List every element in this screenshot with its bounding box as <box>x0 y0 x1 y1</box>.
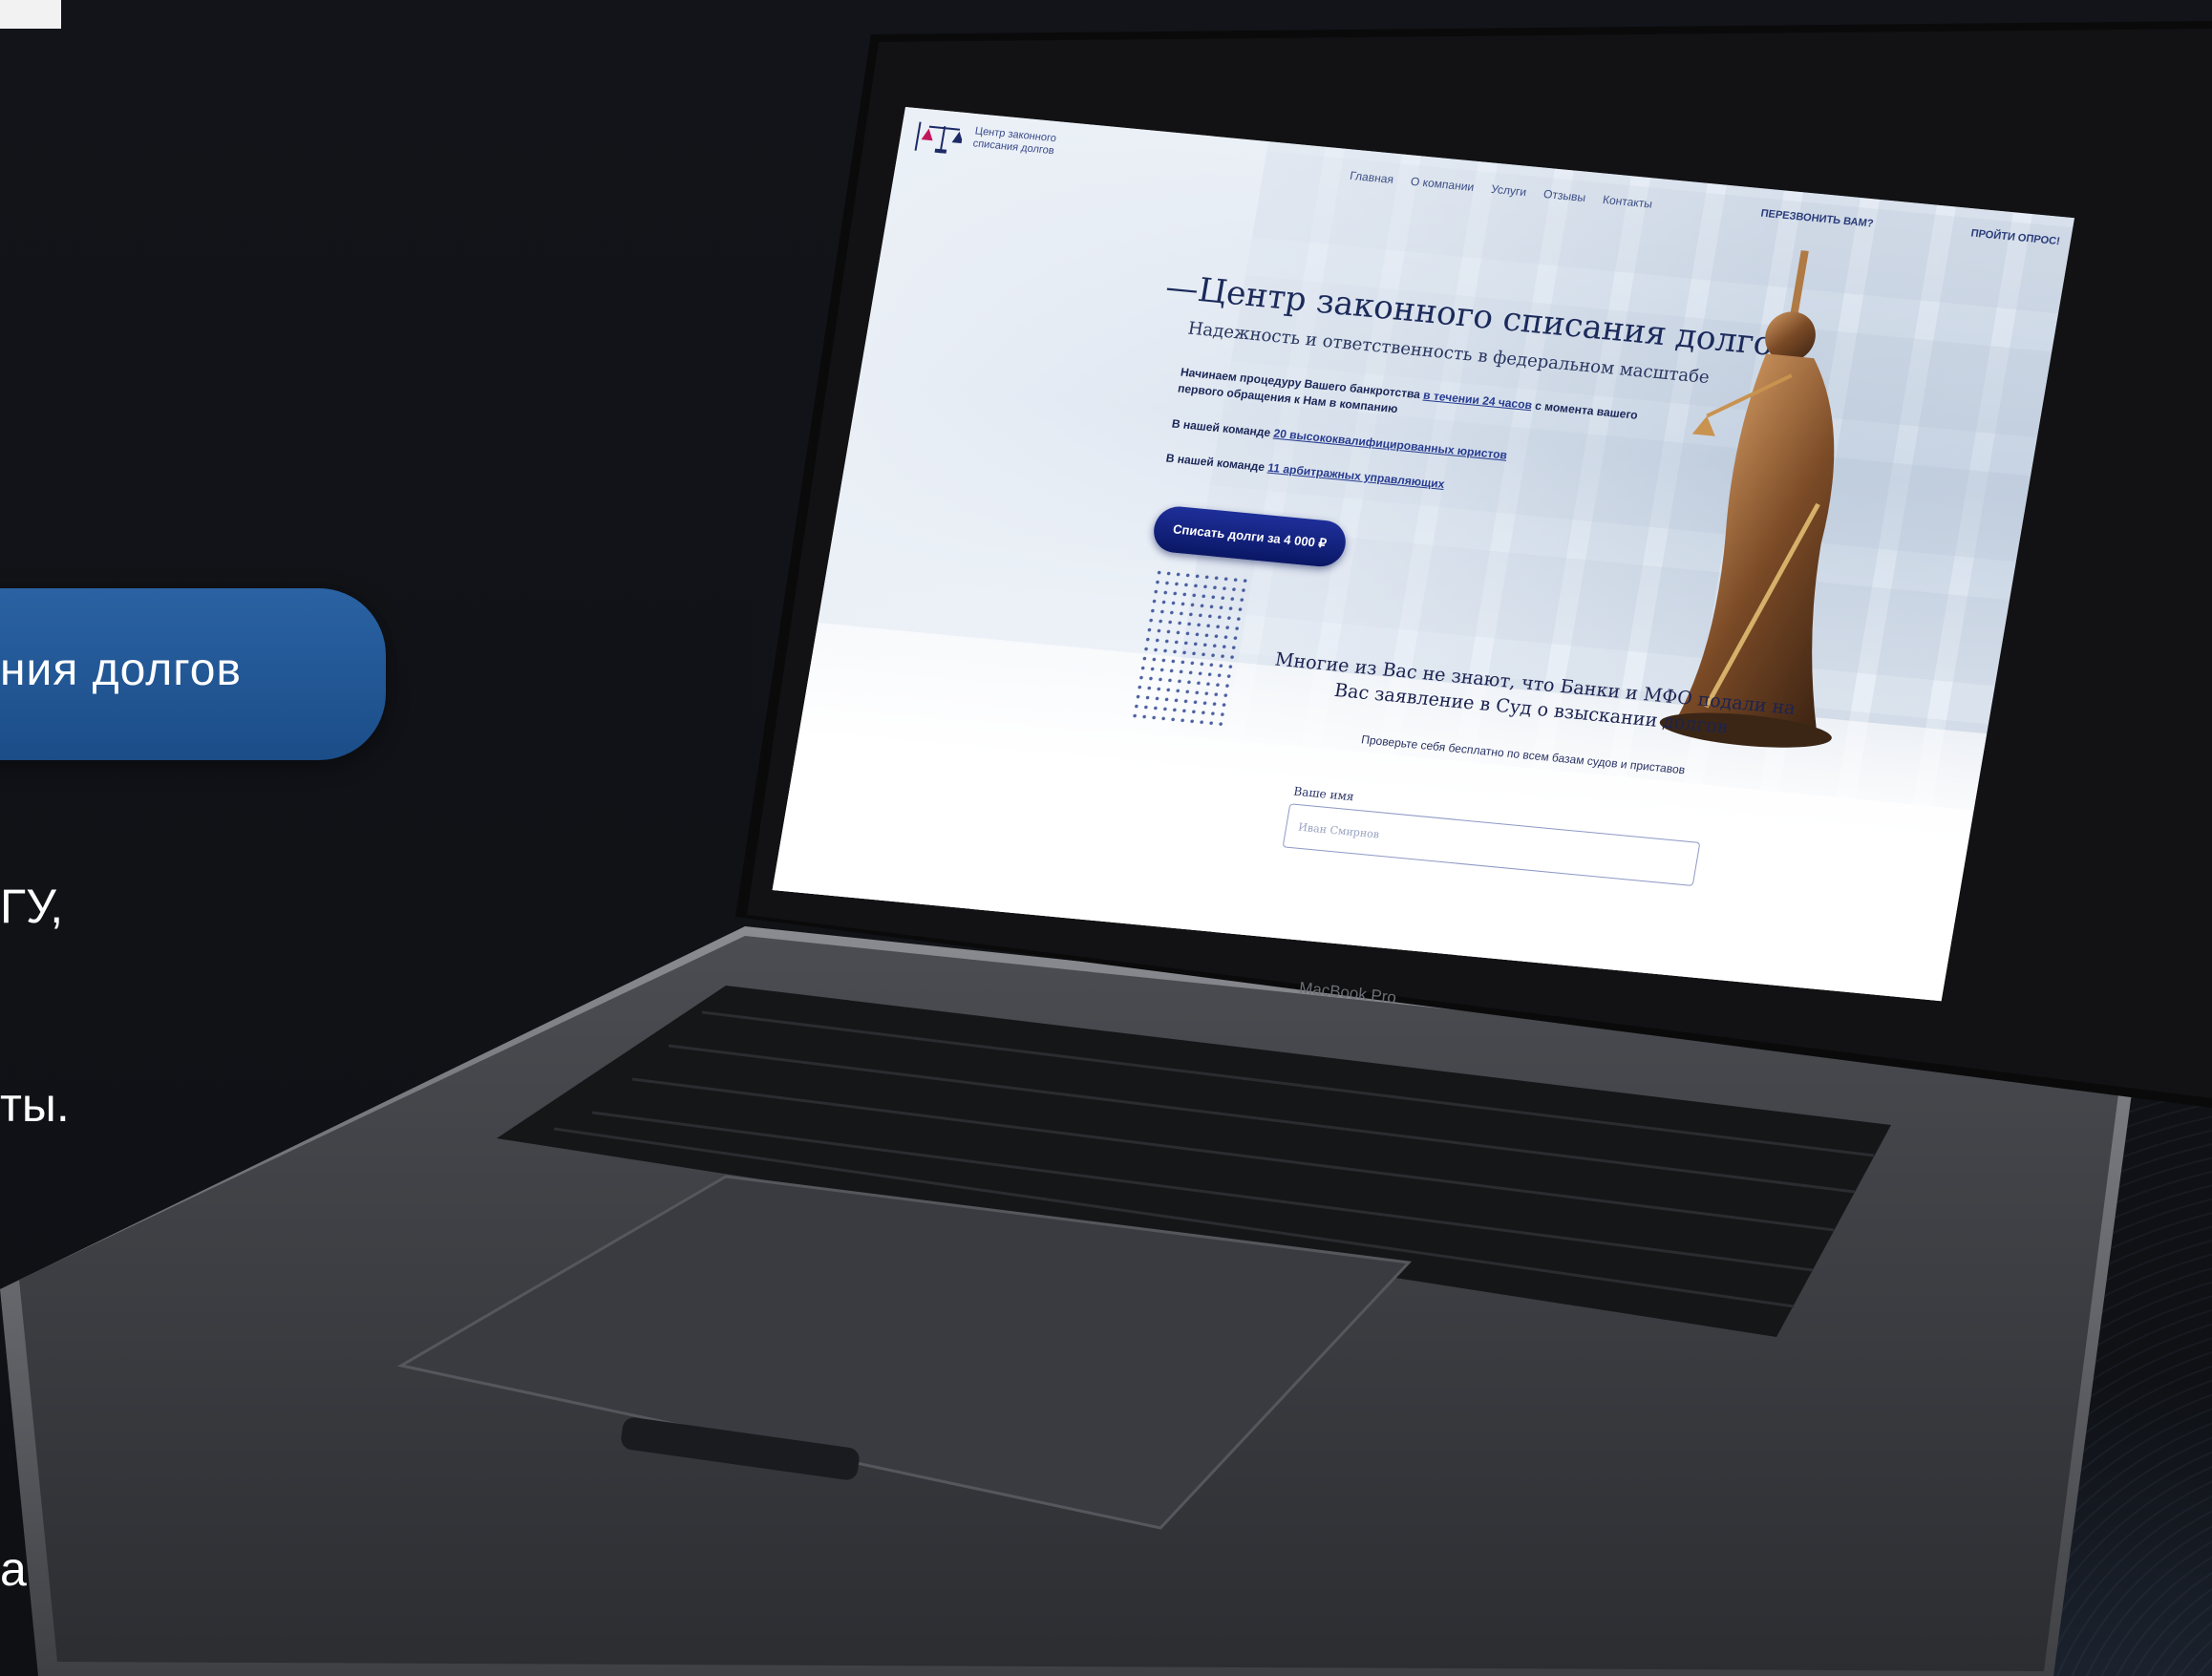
nav-item-reviews[interactable]: Отзывы <box>1542 187 1586 204</box>
laptop-screen: Центр законного списания долгов Главная … <box>772 107 2074 1002</box>
nav-item-about[interactable]: О компании <box>1410 175 1476 194</box>
main-nav: Главная О компании Услуги Отзывы Контакт… <box>1349 169 1653 211</box>
callback-link[interactable]: ПЕРЕЗВОНИТЬ ВАМ? <box>1760 208 1875 230</box>
nav-item-services[interactable]: Услуги <box>1490 182 1527 200</box>
survey-link[interactable]: ПРОЙТИ ОПРОС! <box>1970 227 2061 247</box>
nav-item-home[interactable]: Главная <box>1349 169 1394 186</box>
logo-text[interactable]: Центр законного списания долгов <box>972 125 1081 159</box>
nav-item-contacts[interactable]: Контакты <box>1602 193 1653 211</box>
scales-logo-icon[interactable] <box>911 117 965 157</box>
